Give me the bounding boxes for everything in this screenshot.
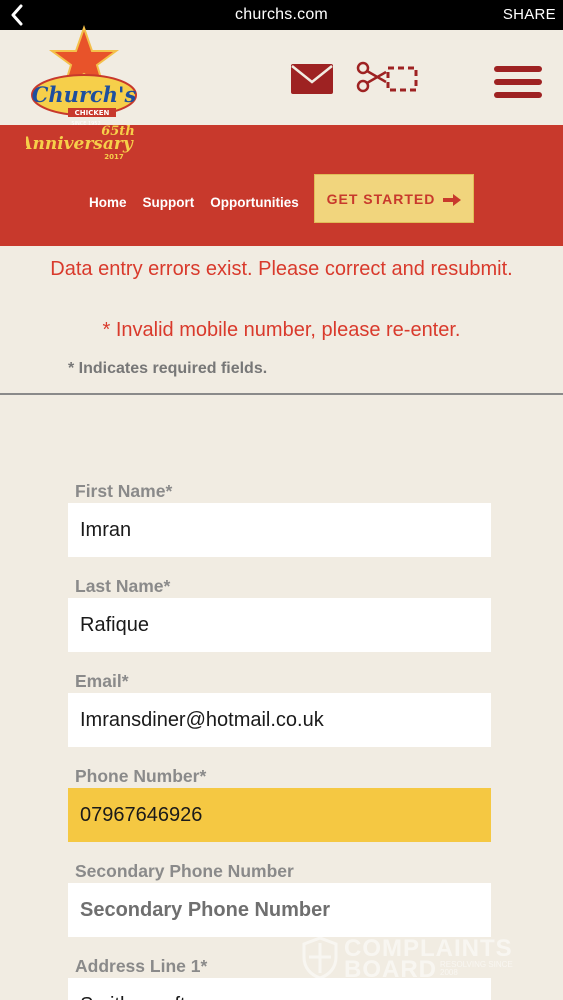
share-button[interactable]: SHARE <box>503 6 556 23</box>
watermark-shield-icon <box>302 937 338 979</box>
address-line1-label: Address Line 1* <box>75 956 208 976</box>
coupon-scissors-icon[interactable] <box>356 60 418 96</box>
arrow-right-icon <box>443 193 462 206</box>
logo-since-text: SINCE 1952 <box>71 121 100 127</box>
last-name-input[interactable]: Rafique <box>68 598 491 652</box>
secondary-phone-input[interactable]: Secondary Phone Number <box>68 883 491 937</box>
nav-link-opportunities[interactable]: Opportunities <box>210 195 299 210</box>
error-summary: Data entry errors exist. Please correct … <box>50 258 513 280</box>
url-text[interactable]: churchs.com <box>235 6 328 24</box>
logo-tagline-text: CHICKEN <box>75 109 110 117</box>
first-name-input[interactable]: Imran <box>68 503 491 557</box>
logo-year-text: 2017 <box>104 153 124 161</box>
secondary-phone-label: Secondary Phone Number <box>75 861 294 881</box>
churchs-logo[interactable]: Church's CHICKEN SINCE 1952 65th Anniver… <box>17 24 146 170</box>
back-icon[interactable] <box>6 3 28 27</box>
phone-label: Phone Number* <box>75 766 207 786</box>
divider <box>0 393 563 395</box>
email-label: Email* <box>75 671 129 691</box>
logo-anniversary-text: Anniversary <box>26 134 134 154</box>
nav-links: Home Support Opportunities <box>89 195 315 210</box>
logo-brand-text: Church's <box>32 82 137 107</box>
phone-input[interactable]: 07967646926 <box>68 788 491 842</box>
last-name-label: Last Name* <box>75 576 171 596</box>
mail-icon[interactable] <box>290 63 334 95</box>
error-phone-message: * Invalid mobile number, please re-enter… <box>102 319 461 341</box>
nav-link-support[interactable]: Support <box>143 195 195 210</box>
get-started-label: GET STARTED <box>326 190 436 207</box>
get-started-button[interactable]: GET STARTED <box>314 174 474 223</box>
complaints-board-watermark: COMPLAINTS BOARD RESOLVING SINCE 2008 <box>300 934 520 983</box>
required-fields-note: * Indicates required fields. <box>68 360 268 377</box>
nav-link-home[interactable]: Home <box>89 195 127 210</box>
hamburger-menu-icon[interactable] <box>494 65 542 99</box>
watermark-tagline: RESOLVING SINCE 2008 <box>440 960 513 977</box>
email-input[interactable]: Imransdiner@hotmail.co.uk <box>68 693 491 747</box>
watermark-line2: BOARD <box>344 956 437 983</box>
first-name-label: First Name* <box>75 481 173 501</box>
